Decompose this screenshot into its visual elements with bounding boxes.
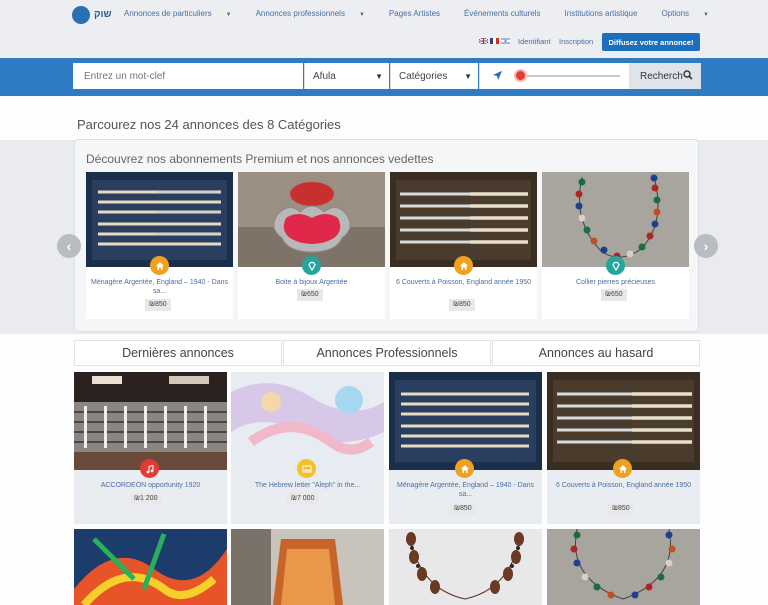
listing-image[interactable] (547, 529, 700, 605)
listing-price: ₪7 000 (287, 493, 319, 505)
tab-professional[interactable]: Annonces Professionnels (283, 340, 491, 366)
home-icon (150, 256, 169, 275)
image-icon (297, 459, 316, 478)
chevron-down-icon: ▼ (358, 12, 365, 18)
nav-item-professionnels[interactable]: Annonces professionnels ▼ (256, 9, 377, 18)
logo-icon[interactable] (72, 6, 90, 24)
nav-item-institutions[interactable]: Institutions artistique (565, 9, 650, 18)
listing-image (542, 172, 689, 267)
home-icon (455, 459, 474, 478)
distance-slider-handle[interactable] (514, 69, 527, 82)
category-value: Catégories (399, 70, 448, 82)
login-link[interactable]: Identifiant (518, 37, 551, 46)
chevron-down-icon: ▼ (375, 71, 383, 81)
listing-title[interactable]: 6 Couverts à Poisson, England année 1950 (553, 481, 694, 490)
browse-title: Parcourez nos 24 annonces des 8 Catégori… (77, 117, 341, 132)
listing-image[interactable] (389, 529, 542, 605)
listing-price: ₪650 (601, 289, 627, 301)
carousel-prev-arrow-icon[interactable]: ‹ (57, 234, 81, 258)
listing-title[interactable]: Ménagère Argentée, England – 1940 - Dans… (90, 278, 229, 296)
listing-title[interactable]: Collier pierres précieuses (546, 278, 685, 287)
listing-title[interactable]: Ménagère Argentée, England – 1940 - Dans… (395, 481, 536, 499)
listing-price: ₪850 (608, 503, 634, 515)
post-ad-button[interactable]: Diffusez votre annonce! (602, 33, 700, 51)
tab-latest[interactable]: Dernières annonces (74, 340, 282, 366)
location-arrow-icon[interactable] (492, 70, 503, 81)
listing-title[interactable]: The Hebrew letter "Aleph" in the... (237, 481, 378, 490)
nav-item-evenements[interactable]: Événements culturels (464, 9, 552, 18)
listing-card[interactable]: 6 Couverts à Poisson, England année 1950… (547, 372, 700, 524)
diamond-icon (302, 256, 321, 275)
premium-card[interactable]: 6 Couverts à Poisson, England année 1950… (390, 172, 537, 319)
flag-uk-icon[interactable] (479, 38, 488, 44)
listing-image (74, 372, 227, 470)
listing-card[interactable]: ACCORDEON opportunity 1920 ₪1 200 (74, 372, 227, 524)
flag-fr-icon[interactable] (490, 38, 499, 44)
location-value: Afula (313, 70, 336, 82)
premium-card[interactable]: Collier pierres précieuses ₪650 (542, 172, 689, 319)
flag-il-icon[interactable] (501, 38, 510, 44)
language-flags (479, 38, 510, 44)
listing-title[interactable]: 6 Couverts à Poisson, England année 1950 (394, 278, 533, 287)
main-nav: Annonces de particuliers ▼ Annonces profe… (124, 9, 733, 18)
category-select[interactable]: Catégories ▼ (390, 63, 478, 89)
location-select[interactable]: Afula ▼ (304, 63, 389, 89)
listing-price: ₪1 200 (130, 493, 162, 505)
carousel-next-arrow-icon[interactable]: › (694, 234, 718, 258)
logo-text[interactable]: שוק (94, 9, 112, 20)
music-icon (140, 459, 159, 478)
listing-title[interactable]: Boite à bijoux Argentée (242, 278, 381, 287)
distance-filter (479, 63, 629, 89)
nav-item-options[interactable]: Options ▼ (661, 9, 721, 18)
search-input[interactable] (73, 63, 303, 89)
home-icon (454, 256, 473, 275)
listing-image[interactable] (231, 529, 384, 605)
chevron-down-icon: ▼ (225, 12, 232, 18)
listing-price: ₪850 (450, 503, 476, 515)
listing-image (547, 372, 700, 470)
home-icon (613, 459, 632, 478)
listing-title[interactable]: ACCORDEON opportunity 1920 (80, 481, 221, 490)
tab-random[interactable]: Annonces au hasard (492, 340, 700, 366)
diamond-icon (606, 256, 625, 275)
listing-card[interactable]: Ménagère Argentée, England – 1940 - Dans… (389, 372, 542, 524)
premium-card[interactable]: Ménagère Argentée, England – 1940 - Dans… (86, 172, 233, 319)
distance-slider-track[interactable] (516, 75, 620, 77)
chevron-down-icon: ▼ (464, 71, 472, 81)
nav-item-particuliers[interactable]: Annonces de particuliers ▼ (124, 9, 244, 18)
listing-price: ₪850 (145, 299, 171, 311)
premium-title: Découvrez nos abonnements Premium et nos… (86, 152, 434, 166)
search-icon (683, 70, 693, 80)
search-button[interactable]: Recherch (629, 63, 701, 89)
search-button-label: Recherch (640, 70, 683, 82)
listing-price: ₪850 (449, 299, 475, 311)
nav-item-artistes[interactable]: Pages Artistes (389, 9, 452, 18)
listing-image (389, 372, 542, 470)
listing-image[interactable] (74, 529, 227, 605)
premium-card[interactable]: Boite à bijoux Argentée ₪650 (238, 172, 385, 319)
chevron-down-icon: ▼ (703, 12, 709, 18)
register-link[interactable]: Inscription (559, 37, 593, 46)
listing-image (238, 172, 385, 267)
listing-price: ₪650 (297, 289, 323, 301)
listing-image (86, 172, 233, 267)
listing-card[interactable]: The Hebrew letter "Aleph" in the... ₪7 0… (231, 372, 384, 524)
listing-image (390, 172, 537, 267)
listing-image (231, 372, 384, 470)
